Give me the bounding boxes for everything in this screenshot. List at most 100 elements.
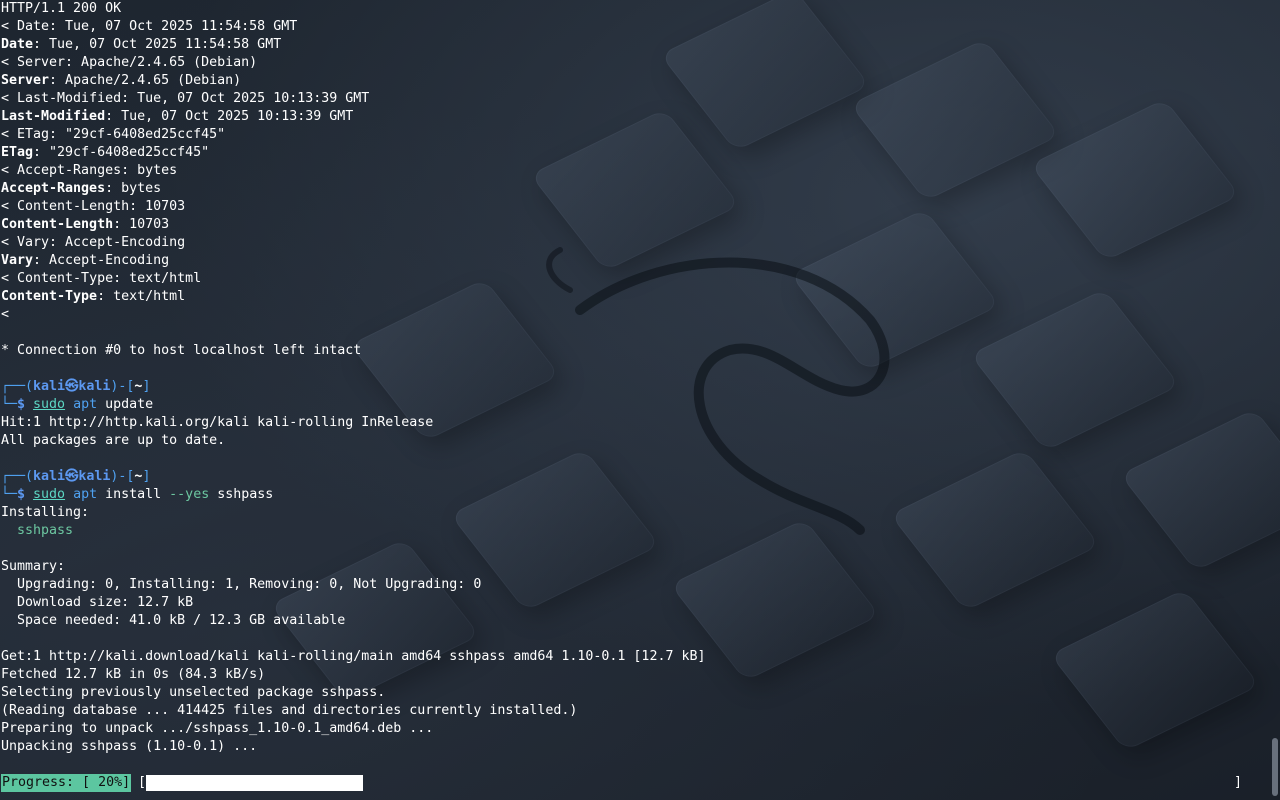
summary-line: Download size: 12.7 kB — [1, 595, 194, 610]
header-text: Vary: Accept-Encoding — [17, 235, 186, 250]
progress-fill — [146, 775, 364, 791]
header-key: Date — [1, 37, 34, 52]
header-text: : Apache/2.4.65 (Debian) — [49, 73, 242, 88]
header-text: : 10703 — [113, 217, 170, 232]
prompt-host: kali — [78, 379, 111, 394]
http-header-line: Last-Modified: Tue, 07 Oct 2025 10:13:39… — [1, 108, 1280, 126]
command-line: └─$ sudo apt install --yes sshpass — [1, 486, 1280, 504]
http-header-line: < — [1, 306, 1280, 324]
http-header-line: < ETag: "29cf-6408ed25ccf45" — [1, 126, 1280, 144]
prompt-frame: )-[ — [110, 379, 135, 394]
header-text: * Connection #0 to host localhost left i… — [1, 343, 362, 358]
summary-label: Summary: — [1, 559, 66, 574]
prompt-line-top: ┌──(kali㉿kali)-[~] — [1, 378, 1280, 396]
http-header-line — [1, 324, 1280, 342]
summary-line: Space needed: 41.0 kB / 12.3 GB availabl… — [1, 613, 346, 628]
header-text: Server: Apache/2.4.65 (Debian) — [17, 55, 258, 70]
command-apt: apt — [73, 487, 98, 502]
output-line: Preparing to unpack .../sshpass_1.10-0.1… — [1, 721, 434, 736]
header-text: Date: Tue, 07 Oct 2025 11:54:58 GMT — [17, 19, 298, 34]
header-key: ETag — [1, 145, 34, 160]
apt-progress-bar: Progress: [ 20%] [ ] — [1, 774, 1261, 792]
header-prefix: < — [1, 307, 10, 322]
http-header-line: < Server: Apache/2.4.65 (Debian) — [1, 54, 1280, 72]
header-prefix: < — [1, 91, 18, 106]
command-flag: --yes — [169, 487, 210, 502]
progress-label: Progress: [ 20%] — [1, 774, 132, 792]
output-line: Get:1 http://kali.download/kali kali-rol… — [1, 649, 706, 664]
header-text: Accept-Ranges: bytes — [17, 163, 178, 178]
terminal-scrollbar[interactable] — [1272, 738, 1278, 796]
header-key: Vary — [1, 253, 34, 268]
header-key: Content-Type — [1, 289, 98, 304]
http-header-line: < Last-Modified: Tue, 07 Oct 2025 10:13:… — [1, 90, 1280, 108]
prompt-frame: └─ — [1, 397, 18, 412]
progress-close-bracket: ] — [1234, 775, 1243, 790]
prompt-line-top: ┌──(kali㉿kali)-[~] — [1, 468, 1280, 486]
http-header-line: ETag: "29cf-6408ed25ccf45" — [1, 144, 1280, 162]
header-text: : Tue, 07 Oct 2025 11:54:58 GMT — [33, 37, 282, 52]
http-header-line: < Content-Length: 10703 — [1, 198, 1280, 216]
header-text: : bytes — [105, 181, 162, 196]
header-text: : "29cf-6408ed25ccf45" — [33, 145, 210, 160]
output-line: All packages are up to date. — [1, 433, 226, 448]
http-header-line: Server: Apache/2.4.65 (Debian) — [1, 72, 1280, 90]
prompt-frame: ┌──( — [1, 379, 34, 394]
prompt-frame: ┌──( — [1, 469, 34, 484]
http-response-headers: HTTP/1.1 200 OK < Date: Tue, 07 Oct 2025 … — [1, 0, 1280, 360]
output-line: (Reading database ... 414425 files and d… — [1, 703, 578, 718]
progress-open-bracket: [ — [138, 775, 147, 790]
package-name: sshpass — [1, 523, 74, 538]
command-apt: apt — [73, 397, 98, 412]
header-key: Last-Modified — [1, 109, 106, 124]
command-args: install — [97, 487, 170, 502]
header-key: Server — [1, 73, 50, 88]
summary-line: Upgrading: 0, Installing: 1, Removing: 0… — [1, 577, 482, 592]
http-header-line: < Date: Tue, 07 Oct 2025 11:54:58 GMT — [1, 18, 1280, 36]
prompt-frame: └─ — [1, 487, 18, 502]
prompt-host: kali — [78, 469, 111, 484]
header-prefix: < — [1, 271, 18, 286]
header-text: Last-Modified: Tue, 07 Oct 2025 10:13:39… — [17, 91, 370, 106]
header-text: : Tue, 07 Oct 2025 10:13:39 GMT — [105, 109, 354, 124]
progress-track — [146, 775, 1232, 791]
output-line: Hit:1 http://http.kali.org/kali kali-rol… — [1, 415, 434, 430]
prompt-at-symbol: ㉿ — [65, 469, 79, 484]
header-text: : text/html — [97, 289, 186, 304]
terminal-output[interactable]: HTTP/1.1 200 OK < Date: Tue, 07 Oct 2025 … — [1, 0, 1280, 800]
header-text: : Accept-Encoding — [33, 253, 170, 268]
http-header-line: Content-Length: 10703 — [1, 216, 1280, 234]
prompt-at-symbol: ㉿ — [65, 379, 79, 394]
http-header-line: < Content-Type: text/html — [1, 270, 1280, 288]
header-text: HTTP/1.1 200 OK — [1, 1, 122, 16]
output-line: Selecting previously unselected package … — [1, 685, 386, 700]
http-header-line: Vary: Accept-Encoding — [1, 252, 1280, 270]
command-args: sshpass — [209, 487, 274, 502]
header-key: Content-Length — [1, 217, 114, 232]
header-prefix: < — [1, 55, 18, 70]
http-header-line: Date: Tue, 07 Oct 2025 11:54:58 GMT — [1, 36, 1280, 54]
prompt-dollar: $ — [17, 397, 34, 412]
command-sudo: sudo — [33, 487, 66, 502]
header-text: Content-Length: 10703 — [17, 199, 186, 214]
http-header-line: Accept-Ranges: bytes — [1, 180, 1280, 198]
prompt-dollar: $ — [17, 487, 34, 502]
command-sudo: sudo — [33, 397, 66, 412]
prompt-frame: )-[ — [110, 469, 135, 484]
http-header-line: * Connection #0 to host localhost left i… — [1, 342, 1280, 360]
header-key: Accept-Ranges — [1, 181, 106, 196]
installing-label: Installing: — [1, 505, 90, 520]
command-args: update — [97, 397, 154, 412]
output-line: Fetched 12.7 kB in 0s (84.3 kB/s) — [1, 667, 266, 682]
http-header-line: HTTP/1.1 200 OK — [1, 0, 1280, 18]
http-header-line: Content-Type: text/html — [1, 288, 1280, 306]
header-prefix: < — [1, 127, 18, 142]
output-line: Unpacking sshpass (1.10-0.1) ... — [1, 739, 258, 754]
header-text: Content-Type: text/html — [17, 271, 202, 286]
header-prefix: < — [1, 199, 18, 214]
command-line: └─$ sudo apt update — [1, 396, 1280, 414]
